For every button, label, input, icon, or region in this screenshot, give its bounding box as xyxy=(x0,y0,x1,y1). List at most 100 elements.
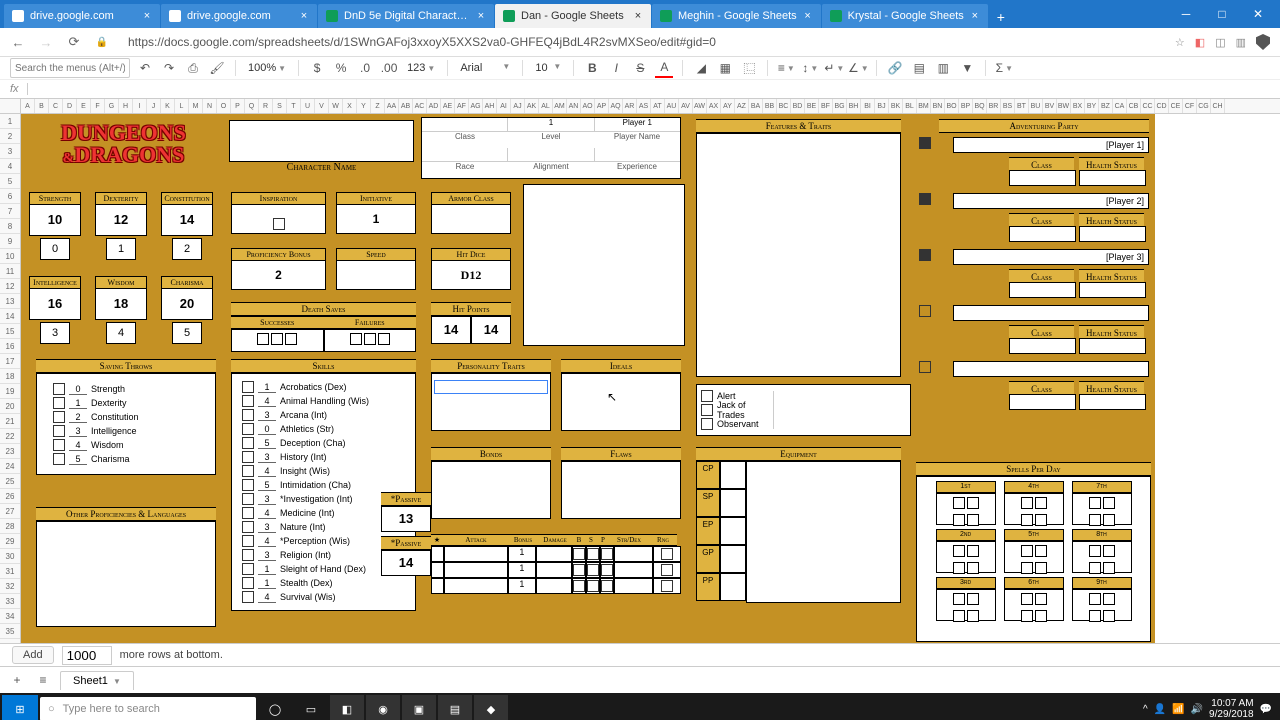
percent-icon[interactable]: % xyxy=(332,59,350,77)
row-header[interactable]: 11 xyxy=(0,264,20,279)
reload-icon[interactable]: ⟳ xyxy=(66,34,82,50)
col-header[interactable]: BN xyxy=(931,99,945,113)
col-header[interactable]: AS xyxy=(637,99,651,113)
task-view-icon[interactable]: ▭ xyxy=(294,695,328,720)
spell-level-6th[interactable]: 6th xyxy=(1004,577,1064,621)
flaws-panel[interactable]: Flaws xyxy=(561,447,681,519)
skill-row[interactable]: 5Intimidation (Cha) xyxy=(242,478,405,492)
notifications-icon[interactable]: 💬 xyxy=(1260,704,1272,715)
col-header[interactable]: BM xyxy=(917,99,931,113)
url-input[interactable] xyxy=(122,33,1163,51)
row-header[interactable]: 18 xyxy=(0,369,20,384)
row-header[interactable]: 34 xyxy=(0,609,20,624)
col-header[interactable]: M xyxy=(189,99,203,113)
ideals-panel[interactable]: Ideals xyxy=(561,359,681,431)
dec-decrease-icon[interactable]: .0 xyxy=(356,59,374,77)
row-header[interactable]: 22 xyxy=(0,429,20,444)
row-header[interactable]: 33 xyxy=(0,594,20,609)
row-header[interactable]: 1 xyxy=(0,114,20,129)
col-header[interactable]: AW xyxy=(693,99,707,113)
row-header[interactable]: 20 xyxy=(0,399,20,414)
tray-up-icon[interactable]: ^ xyxy=(1143,704,1148,715)
taskbar-search[interactable]: ○Type here to search xyxy=(40,697,256,720)
select-all-corner[interactable] xyxy=(0,99,20,114)
col-header[interactable]: BJ xyxy=(875,99,889,113)
bold-icon[interactable]: B xyxy=(583,59,601,77)
italic-icon[interactable]: I xyxy=(607,59,625,77)
start-button[interactable]: ⊞ xyxy=(2,695,38,720)
ext-icon[interactable]: ◫ xyxy=(1215,36,1225,49)
row-header[interactable]: 13 xyxy=(0,294,20,309)
row-header[interactable]: 35 xyxy=(0,624,20,639)
col-header[interactable]: S xyxy=(273,99,287,113)
col-header[interactable]: AU xyxy=(665,99,679,113)
party-check[interactable] xyxy=(919,137,931,149)
row-header[interactable]: 17 xyxy=(0,354,20,369)
functions-icon[interactable]: Σ▼ xyxy=(995,59,1013,77)
row-header[interactable]: 9 xyxy=(0,234,20,249)
col-header[interactable]: BH xyxy=(847,99,861,113)
wifi-icon[interactable]: 📶 xyxy=(1172,704,1184,715)
col-header[interactable]: Z xyxy=(371,99,385,113)
row-header[interactable]: 15 xyxy=(0,324,20,339)
col-header[interactable]: AZ xyxy=(735,99,749,113)
col-header[interactable]: R xyxy=(259,99,273,113)
col-header[interactable]: BX xyxy=(1071,99,1085,113)
col-header[interactable]: AM xyxy=(553,99,567,113)
col-header[interactable]: N xyxy=(203,99,217,113)
spell-level-3rd[interactable]: 3rd xyxy=(936,577,996,621)
col-header[interactable]: V xyxy=(315,99,329,113)
row-header[interactable]: 31 xyxy=(0,564,20,579)
col-header[interactable]: W xyxy=(329,99,343,113)
row-header[interactable]: 10 xyxy=(0,249,20,264)
col-header[interactable]: BZ xyxy=(1099,99,1113,113)
col-header[interactable]: AF xyxy=(455,99,469,113)
col-header[interactable]: E xyxy=(77,99,91,113)
formula-bar[interactable]: fx xyxy=(0,80,1280,99)
feat-row[interactable]: Jack of Trades xyxy=(701,403,906,417)
col-header[interactable]: H xyxy=(119,99,133,113)
zoom-dropdown[interactable]: 100%▼ xyxy=(245,62,289,74)
col-header[interactable]: K xyxy=(161,99,175,113)
col-header[interactable]: BS xyxy=(1001,99,1015,113)
close-icon[interactable]: × xyxy=(970,10,980,22)
col-header[interactable]: BG xyxy=(833,99,847,113)
row-header[interactable]: 29 xyxy=(0,534,20,549)
col-header[interactable]: BW xyxy=(1057,99,1071,113)
spell-level-1st[interactable]: 1st xyxy=(936,481,996,525)
col-header[interactable]: BC xyxy=(777,99,791,113)
cortana-icon[interactable]: ◯ xyxy=(258,695,292,720)
col-header[interactable]: BP xyxy=(959,99,973,113)
new-tab-button[interactable]: + xyxy=(989,6,1013,28)
col-header[interactable]: B xyxy=(35,99,49,113)
col-header[interactable]: L xyxy=(175,99,189,113)
paint-icon[interactable]: 🖌 xyxy=(208,59,226,77)
add-rows-button[interactable]: Add xyxy=(12,646,54,664)
col-header[interactable]: BA xyxy=(749,99,763,113)
col-header[interactable]: AC xyxy=(413,99,427,113)
col-header[interactable]: AP xyxy=(595,99,609,113)
col-header[interactable]: AE xyxy=(441,99,455,113)
wrap-icon[interactable]: ↵▼ xyxy=(825,59,843,77)
row-header[interactable]: 24 xyxy=(0,459,20,474)
rotate-icon[interactable]: ∠▼ xyxy=(849,59,867,77)
extension-badge[interactable] xyxy=(1213,541,1275,603)
row-header[interactable]: 7 xyxy=(0,204,20,219)
party-check[interactable] xyxy=(919,305,931,317)
player-value[interactable]: Player 1 xyxy=(595,118,680,132)
forward-icon[interactable]: → xyxy=(38,34,54,50)
spreadsheet-grid[interactable]: 1234567891011121314151617181920212223242… xyxy=(0,99,1280,643)
skill-row[interactable]: 4Survival (Wis) xyxy=(242,590,405,604)
browser-tab[interactable]: drive.google.com× xyxy=(161,4,317,28)
row-header[interactable]: 8 xyxy=(0,219,20,234)
chart-icon[interactable]: ▥ xyxy=(934,59,952,77)
row-header[interactable]: 14 xyxy=(0,309,20,324)
rows-count-input[interactable] xyxy=(62,646,112,665)
portrait-area[interactable] xyxy=(523,184,685,346)
maximize-button[interactable]: □ xyxy=(1204,0,1240,28)
spell-level-5th[interactable]: 5th xyxy=(1004,529,1064,573)
bonds-panel[interactable]: Bonds xyxy=(431,447,551,519)
row-header[interactable]: 30 xyxy=(0,549,20,564)
browser-tab[interactable]: DnD 5e Digital Character Sheet× xyxy=(318,4,494,28)
col-header[interactable]: AL xyxy=(539,99,553,113)
